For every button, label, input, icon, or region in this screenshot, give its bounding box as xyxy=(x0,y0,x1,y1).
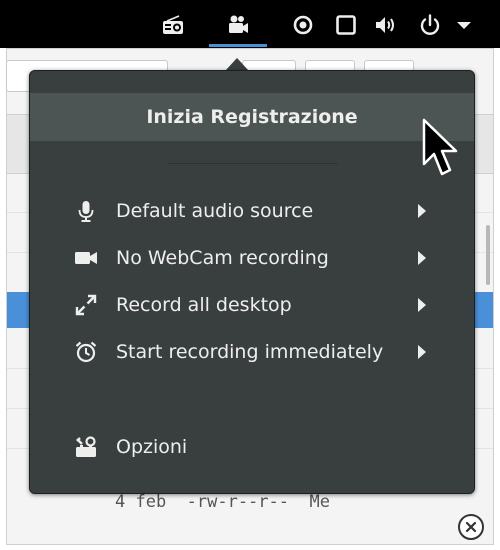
location-icon[interactable] xyxy=(291,13,315,37)
submenu-arrow-icon xyxy=(418,345,426,359)
alarm-clock-icon xyxy=(75,341,97,363)
menu-item-label: Start recording immediately xyxy=(116,341,384,363)
webcam-icon xyxy=(75,252,97,264)
top-bar xyxy=(0,0,500,48)
start-recording-title[interactable]: Inizia Registrazione xyxy=(30,93,474,141)
menu-item-options[interactable]: Opzioni xyxy=(30,425,474,469)
radio-icon[interactable] xyxy=(161,13,185,37)
submenu-arrow-icon xyxy=(418,298,426,312)
video-camera-icon[interactable] xyxy=(226,13,250,37)
mouse-cursor-icon xyxy=(422,118,458,176)
fullscreen-icon xyxy=(75,294,97,316)
menu-item-record-desktop[interactable]: Record all desktop xyxy=(30,283,474,327)
menu-item-label: Default audio source xyxy=(116,200,314,222)
active-indicator xyxy=(209,44,267,47)
menu-item-label: Record all desktop xyxy=(116,294,292,316)
options-tools-icon xyxy=(76,436,96,457)
close-icon xyxy=(465,521,477,533)
volume-icon[interactable] xyxy=(374,13,398,37)
window-icon[interactable] xyxy=(334,13,358,37)
background-file-row: 4 feb -rw-r--r-- Me xyxy=(115,492,330,512)
menu-separator xyxy=(168,163,338,164)
menu-title-bar[interactable]: Inizia Registrazione xyxy=(30,93,474,141)
power-icon[interactable] xyxy=(418,13,442,37)
background-scrollbar[interactable] xyxy=(486,225,490,285)
submenu-arrow-icon xyxy=(418,204,426,218)
microphone-icon xyxy=(78,201,94,222)
dropdown-arrow-icon[interactable] xyxy=(452,13,476,37)
menu-item-label: No WebCam recording xyxy=(116,247,329,269)
recording-menu: Inizia Registrazione Default audio sourc… xyxy=(29,70,475,494)
submenu-arrow-icon xyxy=(418,251,426,265)
options-label: Opzioni xyxy=(116,436,188,458)
menu-item-start-timing[interactable]: Start recording immediately xyxy=(30,330,474,374)
menu-item-webcam[interactable]: No WebCam recording xyxy=(30,236,474,280)
menu-item-audio-source[interactable]: Default audio source xyxy=(30,189,474,233)
close-button[interactable] xyxy=(458,514,484,540)
